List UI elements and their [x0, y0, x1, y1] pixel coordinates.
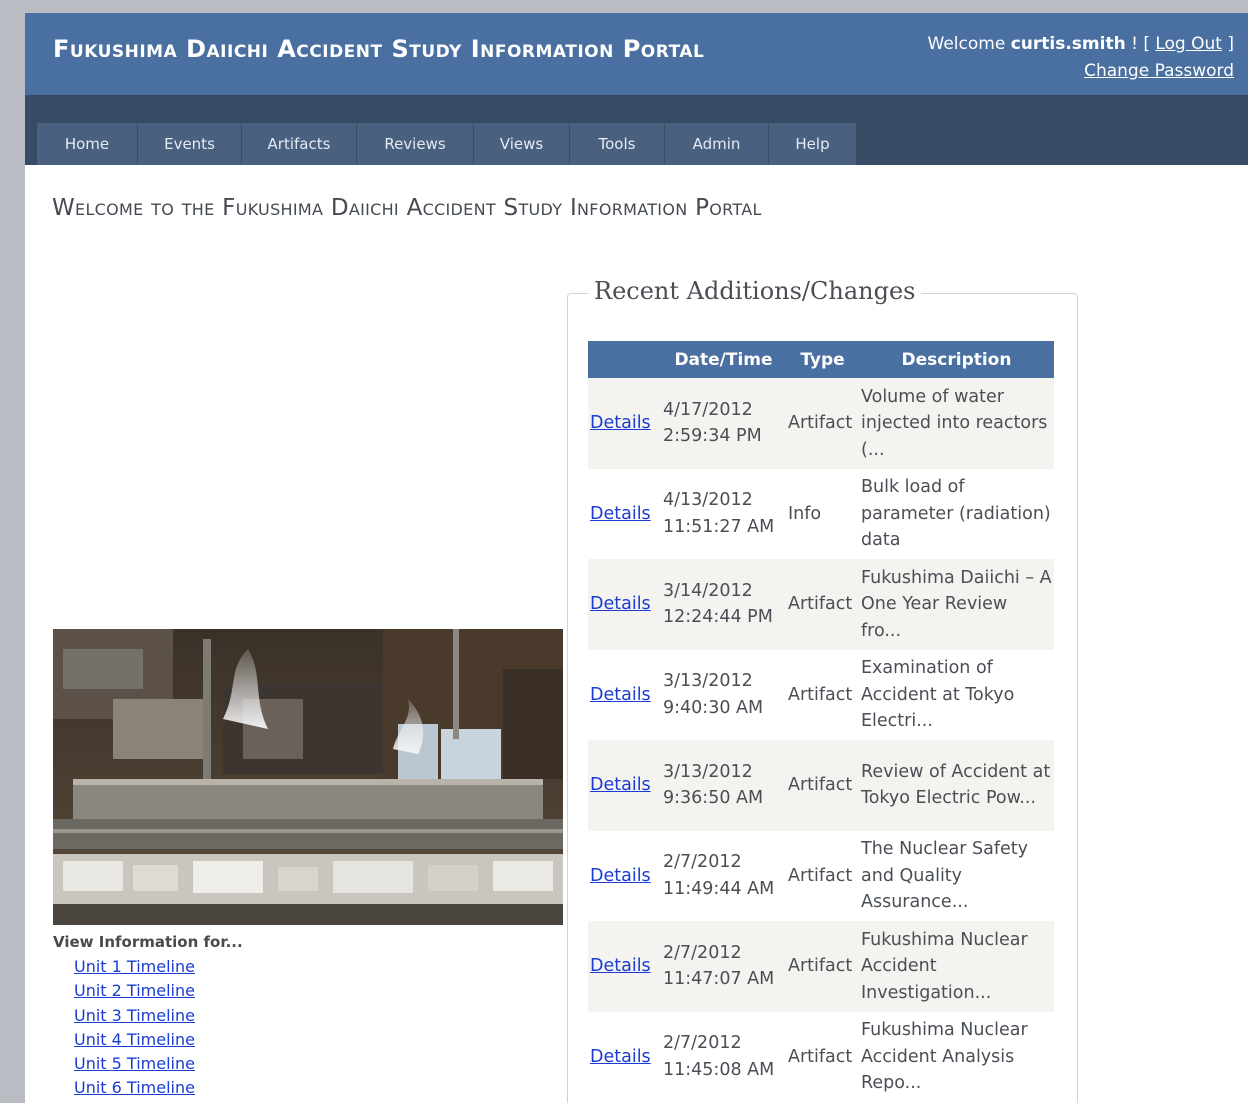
date: 2/7/2012 — [663, 1033, 742, 1054]
type-cell: Artifact — [786, 830, 859, 921]
type-cell: Artifact — [786, 921, 859, 1012]
type-cell: Artifact — [786, 1011, 859, 1102]
type-cell: Artifact — [786, 559, 859, 650]
date: 3/13/2012 — [663, 671, 753, 692]
site-header: Fukushima Daiichi Accident Study Informa… — [25, 13, 1248, 95]
type-cell: Artifact — [786, 649, 859, 740]
column-header — [588, 341, 661, 378]
details-link[interactable]: Details — [590, 775, 651, 795]
view-info-label: View Information for... — [53, 933, 243, 951]
date: 2/7/2012 — [663, 852, 742, 873]
description-cell: Fukushima Nuclear Accident Investigation… — [859, 921, 1054, 1012]
table-row: Details 4/13/2012 11:51:27 AM Info Bulk l… — [588, 468, 1054, 559]
details-link[interactable]: Details — [590, 685, 651, 705]
welcome-suffix: ! [ — [1131, 34, 1150, 54]
date: 3/13/2012 — [663, 761, 753, 782]
description-cell: Fukushima Daiichi – A One Year Review fr… — [859, 559, 1054, 650]
menu-tools[interactable]: Tools — [570, 123, 665, 165]
unit-6-timeline-link[interactable]: Unit 6 Timeline — [74, 1076, 195, 1100]
details-link[interactable]: Details — [590, 504, 651, 524]
details-link[interactable]: Details — [590, 594, 651, 614]
page: Fukushima Daiichi Accident Study Informa… — [25, 13, 1248, 1103]
table-row: Details 3/13/2012 9:36:50 AM Artifact Rev… — [588, 740, 1054, 831]
time: 2:59:34 PM — [663, 426, 762, 447]
date: 3/14/2012 — [663, 580, 753, 601]
column-header-type: Type — [786, 341, 859, 378]
table-row: Details 2/7/2012 11:49:44 AM Artifact The… — [588, 830, 1054, 921]
menu-reviews[interactable]: Reviews — [357, 123, 474, 165]
menu-events[interactable]: Events — [138, 123, 242, 165]
date-cell: 4/13/2012 11:51:27 AM — [661, 468, 786, 559]
details-link[interactable]: Details — [590, 413, 651, 433]
type-cell: Artifact — [786, 378, 859, 469]
time: 11:45:08 AM — [663, 1059, 775, 1080]
date: 4/13/2012 — [663, 490, 753, 511]
description-cell: Fukushima Nuclear Accident Analysis Repo… — [859, 1011, 1054, 1102]
table-row: Details 2/7/2012 11:45:08 AM Artifact Fuk… — [588, 1011, 1054, 1102]
date-cell: 4/17/2012 2:59:34 PM — [661, 378, 786, 469]
welcome-line: Welcome curtis.smith ! [ Log Out ] — [928, 31, 1234, 58]
unit-4-timeline-link[interactable]: Unit 4 Timeline — [74, 1028, 195, 1052]
nav-band: Home Events Artifacts Reviews Views Tool… — [25, 95, 1248, 165]
date: 2/7/2012 — [663, 942, 742, 963]
date-cell: 2/7/2012 11:49:44 AM — [661, 830, 786, 921]
table-row: Details 2/7/2012 11:47:07 AM Artifact Fuk… — [588, 921, 1054, 1012]
description-cell: Volume of water injected into reactors (… — [859, 378, 1054, 469]
logout-link[interactable]: Log Out — [1155, 34, 1222, 54]
timeline-links: Unit 1 Timeline Unit 2 Timeline Unit 3 T… — [74, 955, 195, 1101]
page-heading: Welcome to the Fukushima Daiichi Acciden… — [52, 195, 762, 221]
date-cell: 2/7/2012 11:47:07 AM — [661, 921, 786, 1012]
menu-artifacts[interactable]: Artifacts — [242, 123, 357, 165]
table-row: Details 3/14/2012 12:24:44 PM Artifact Fu… — [588, 559, 1054, 650]
time: 11:49:44 AM — [663, 878, 775, 899]
recent-changes-title: Recent Additions/Changes — [588, 277, 922, 305]
recent-changes-table: Date/Time Type Description Details 4/17/… — [588, 341, 1054, 1102]
time: 9:40:30 AM — [663, 697, 764, 718]
date-cell: 3/13/2012 9:36:50 AM — [661, 740, 786, 831]
column-header-description: Description — [859, 341, 1054, 378]
main-menu: Home Events Artifacts Reviews Views Tool… — [37, 123, 857, 165]
type-cell: Artifact — [786, 740, 859, 831]
date-cell: 2/7/2012 11:45:08 AM — [661, 1011, 786, 1102]
menu-views[interactable]: Views — [474, 123, 570, 165]
time: 9:36:50 AM — [663, 788, 764, 809]
details-link[interactable]: Details — [590, 866, 651, 886]
bracket-close: ] — [1227, 34, 1234, 54]
description-cell: Review of Accident at Tokyo Electric Pow… — [859, 740, 1054, 831]
details-link[interactable]: Details — [590, 1047, 651, 1067]
menu-admin[interactable]: Admin — [665, 123, 769, 165]
table-row: Details 3/13/2012 9:40:30 AM Artifact Exa… — [588, 649, 1054, 740]
date-cell: 3/13/2012 9:40:30 AM — [661, 649, 786, 740]
time: 11:51:27 AM — [663, 516, 775, 537]
unit-5-timeline-link[interactable]: Unit 5 Timeline — [74, 1052, 195, 1076]
plant-aerial-photo — [53, 629, 563, 925]
change-password-link[interactable]: Change Password — [1084, 61, 1234, 81]
login-area: Welcome curtis.smith ! [ Log Out ] Chang… — [928, 31, 1234, 85]
date: 4/17/2012 — [663, 399, 753, 420]
type-cell: Info — [786, 468, 859, 559]
table-header-row: Date/Time Type Description — [588, 341, 1054, 378]
unit-1-timeline-link[interactable]: Unit 1 Timeline — [74, 955, 195, 979]
details-link[interactable]: Details — [590, 956, 651, 976]
time: 11:47:07 AM — [663, 969, 775, 990]
table-row: Details 4/17/2012 2:59:34 PM Artifact Vol… — [588, 378, 1054, 469]
menu-help[interactable]: Help — [769, 123, 857, 165]
menu-home[interactable]: Home — [37, 123, 138, 165]
username: curtis.smith — [1010, 34, 1126, 54]
site-title: Fukushima Daiichi Accident Study Informa… — [53, 35, 705, 63]
unit-2-timeline-link[interactable]: Unit 2 Timeline — [74, 979, 195, 1003]
description-cell: Bulk load of parameter (radiation) data — [859, 468, 1054, 559]
welcome-prefix: Welcome — [927, 34, 1006, 54]
time: 12:24:44 PM — [663, 607, 773, 628]
column-header-datetime: Date/Time — [661, 341, 786, 378]
description-cell: Examination of Accident at Tokyo Electri… — [859, 649, 1054, 740]
date-cell: 3/14/2012 12:24:44 PM — [661, 559, 786, 650]
unit-3-timeline-link[interactable]: Unit 3 Timeline — [74, 1004, 195, 1028]
description-cell: The Nuclear Safety and Quality Assurance… — [859, 830, 1054, 921]
